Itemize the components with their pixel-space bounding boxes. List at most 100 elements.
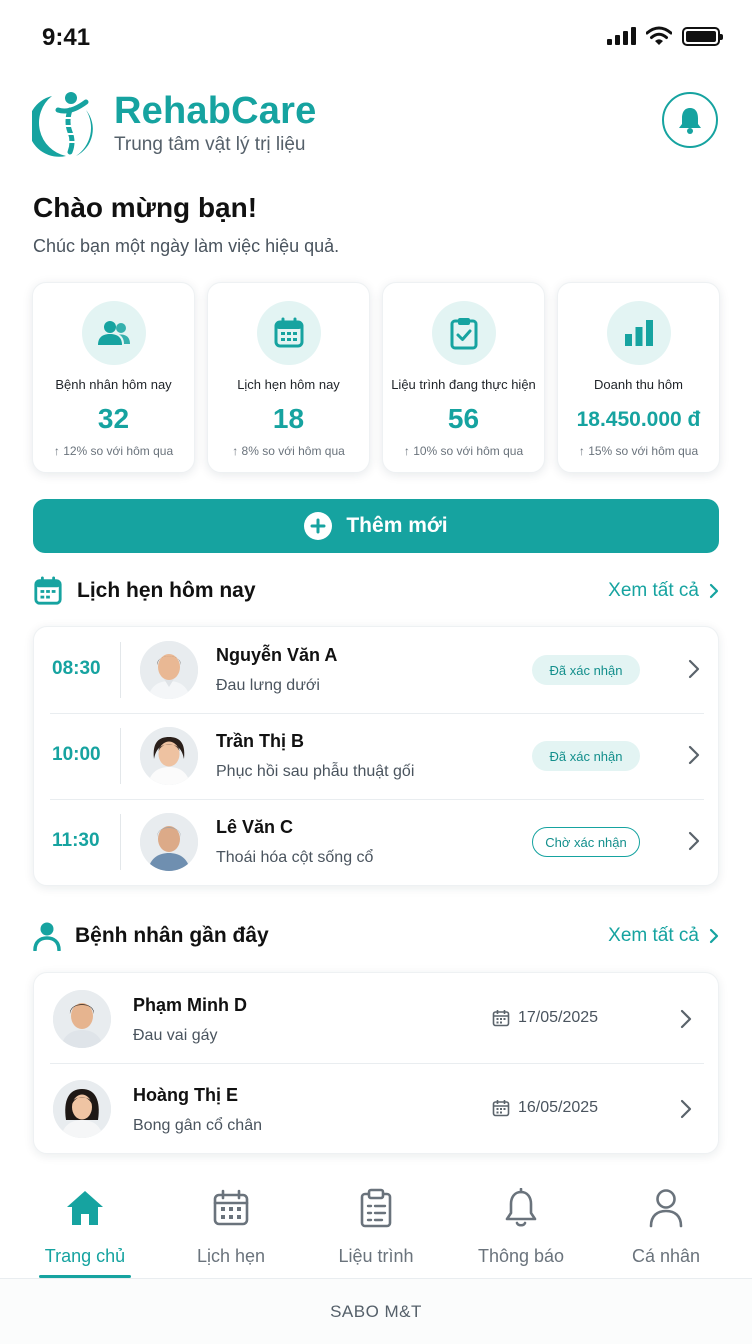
calendar-icon (34, 576, 62, 605)
recent-patients-title: Bệnh nhân gần đây (75, 924, 269, 947)
calendar-icon (492, 1100, 510, 1117)
avatar (53, 990, 111, 1048)
stat-card-treatments[interactable]: Liệu trình đang thực hiện 56 ↑ 10% so vớ… (382, 282, 545, 473)
calendar-icon (213, 1189, 249, 1226)
appointments-section-header: Lịch hẹn hôm nay Xem tất cả (33, 574, 719, 608)
stat-change: ↑ 12% so với hôm qua (53, 444, 174, 458)
status-badge: Đã xác nhận (532, 741, 640, 771)
appointments-see-all-link[interactable]: Xem tất cả (608, 580, 719, 602)
visit-date-text: 16/05/2025 (518, 1099, 599, 1116)
chevron-right-icon (680, 1009, 692, 1029)
divider (120, 642, 121, 698)
nav-item-appointments[interactable]: Lịch hẹn (166, 1186, 296, 1267)
patient-name: Lê Văn C (216, 817, 294, 837)
stat-value: 56 (447, 403, 480, 434)
stat-card-appointments[interactable]: Lịch hẹn hôm nay 18 ↑ 8% so với hôm qua (207, 282, 370, 473)
stat-card-patients[interactable]: Bệnh nhân hôm nay 32 ↑ 12% so với hôm qu… (32, 282, 195, 473)
recent-patients-list: Phạm Minh D Đau vai gáy 17/05/2025 Hoàng… (33, 972, 719, 1154)
stat-value: 18 (272, 403, 305, 434)
avatar (140, 641, 198, 699)
clipboard-icon (360, 1188, 392, 1228)
brand-name: RehabCare (114, 90, 317, 132)
appointment-row[interactable]: 10:00 Trần Thị B Phục hồi sau phẫu thuật… (34, 713, 720, 799)
add-new-label: Thêm mới (346, 514, 448, 537)
bell-icon (505, 1188, 537, 1227)
appointment-time: 10:00 (52, 744, 101, 765)
notifications-button[interactable] (662, 92, 718, 148)
stat-label: Bệnh nhân hôm nay (55, 377, 172, 392)
brand-tagline: Trung tâm vật lý trị liệu (114, 134, 306, 155)
status-badge: Chờ xác nhận (532, 827, 640, 857)
stat-value: 18.450.000 đ (576, 408, 701, 431)
appointment-time: 08:30 (52, 658, 101, 679)
recent-patients-section-header: Bệnh nhân gần đây Xem tất cả (33, 919, 719, 953)
stats-row: Bệnh nhân hôm nay 32 ↑ 12% so với hôm qu… (32, 282, 720, 473)
visit-date-text: 17/05/2025 (518, 1009, 599, 1026)
stat-change: ↑ 8% so với hôm qua (232, 444, 345, 458)
recent-patients-see-all-link[interactable]: Xem tất cả (608, 925, 719, 947)
nav-label: Trang chủ (44, 1246, 126, 1266)
avatar (53, 1080, 111, 1138)
calendar-icon (492, 1010, 510, 1027)
visit-date: 16/05/2025 (492, 1099, 598, 1117)
nav-item-profile[interactable]: Cá nhân (601, 1186, 731, 1267)
people-icon (81, 301, 146, 365)
bell-icon (679, 108, 701, 134)
stat-label: Lịch hẹn hôm nay (237, 377, 340, 392)
stat-label: Liệu trình đang thực hiện (391, 377, 536, 392)
avatar (140, 727, 198, 785)
chevron-right-icon (709, 928, 719, 944)
clipboard-check-icon (431, 301, 496, 365)
rehabcare-logo-icon (32, 92, 93, 157)
battery-icon (682, 26, 723, 46)
appointments-list: 08:30 Nguyễn Văn A Đau lưng dưới Đã xác … (33, 626, 719, 886)
bottom-nav: Trang chủ Lịch hẹn Liệu trình Thông báo … (0, 1170, 752, 1278)
appointment-reason: Phục hồi sau phẫu thuật gối (216, 763, 415, 780)
chevron-right-icon (688, 745, 700, 765)
nav-item-home[interactable]: Trang chủ (20, 1186, 150, 1267)
welcome-subtitle: Chúc bạn một ngày làm việc hiệu quả. (33, 236, 340, 256)
avatar (140, 813, 198, 871)
footer-credit: SABO M&T (0, 1278, 752, 1344)
stat-change: ↑ 15% so với hôm qua (578, 444, 699, 458)
nav-label: Liệu trình (338, 1246, 414, 1266)
stat-card-revenue[interactable]: Doanh thu hôm 18.450.000 đ ↑ 15% so với … (557, 282, 720, 473)
wifi-icon (646, 26, 672, 45)
plus-icon (304, 512, 333, 540)
nav-label: Cá nhân (631, 1246, 701, 1266)
user-icon (33, 922, 61, 951)
patient-name: Phạm Minh D (133, 995, 248, 1015)
patient-row[interactable]: Phạm Minh D Đau vai gáy 17/05/2025 (34, 973, 720, 1063)
welcome-title: Chào mừng bạn! (33, 192, 258, 223)
patient-condition: Đau vai gáy (133, 1027, 218, 1044)
status-icons (607, 26, 723, 46)
appointment-row[interactable]: 11:30 Lê Văn C Thoái hóa cột sống cổ Chờ… (34, 799, 720, 885)
nav-label: Thông báo (477, 1246, 565, 1266)
patient-condition: Bong gân cổ chân (133, 1117, 262, 1134)
nav-item-notifications[interactable]: Thông báo (456, 1186, 586, 1267)
appointment-reason: Đau lưng dưới (216, 677, 320, 694)
bar-chart-icon (606, 301, 671, 365)
signal-icon (607, 27, 636, 45)
patient-row[interactable]: Hoàng Thị E Bong gân cổ chân 16/05/2025 (34, 1063, 720, 1153)
home-icon (67, 1191, 103, 1225)
app-header: RehabCare Trung tâm vật lý trị liệu (32, 86, 720, 162)
status-time: 9:41 (42, 24, 91, 51)
nav-item-treatments[interactable]: Liệu trình (311, 1186, 441, 1267)
chevron-right-icon (680, 1099, 692, 1119)
patient-name: Hoàng Thị E (133, 1085, 238, 1105)
add-new-button[interactable]: Thêm mới (33, 499, 719, 553)
chevron-right-icon (688, 831, 700, 851)
stat-change: ↑ 10% so với hôm qua (403, 444, 524, 458)
appointment-row[interactable]: 08:30 Nguyễn Văn A Đau lưng dưới Đã xác … (34, 627, 720, 713)
calendar-icon (256, 301, 321, 365)
stat-value: 32 (97, 403, 130, 434)
user-icon (649, 1189, 683, 1228)
status-badge: Đã xác nhận (532, 655, 640, 685)
chevron-right-icon (709, 583, 719, 599)
divider (120, 728, 121, 784)
stat-label: Doanh thu hôm (594, 377, 683, 392)
status-bar: 9:41 (0, 0, 752, 72)
appointment-time: 11:30 (52, 830, 100, 851)
appointments-title: Lịch hẹn hôm nay (77, 579, 256, 602)
